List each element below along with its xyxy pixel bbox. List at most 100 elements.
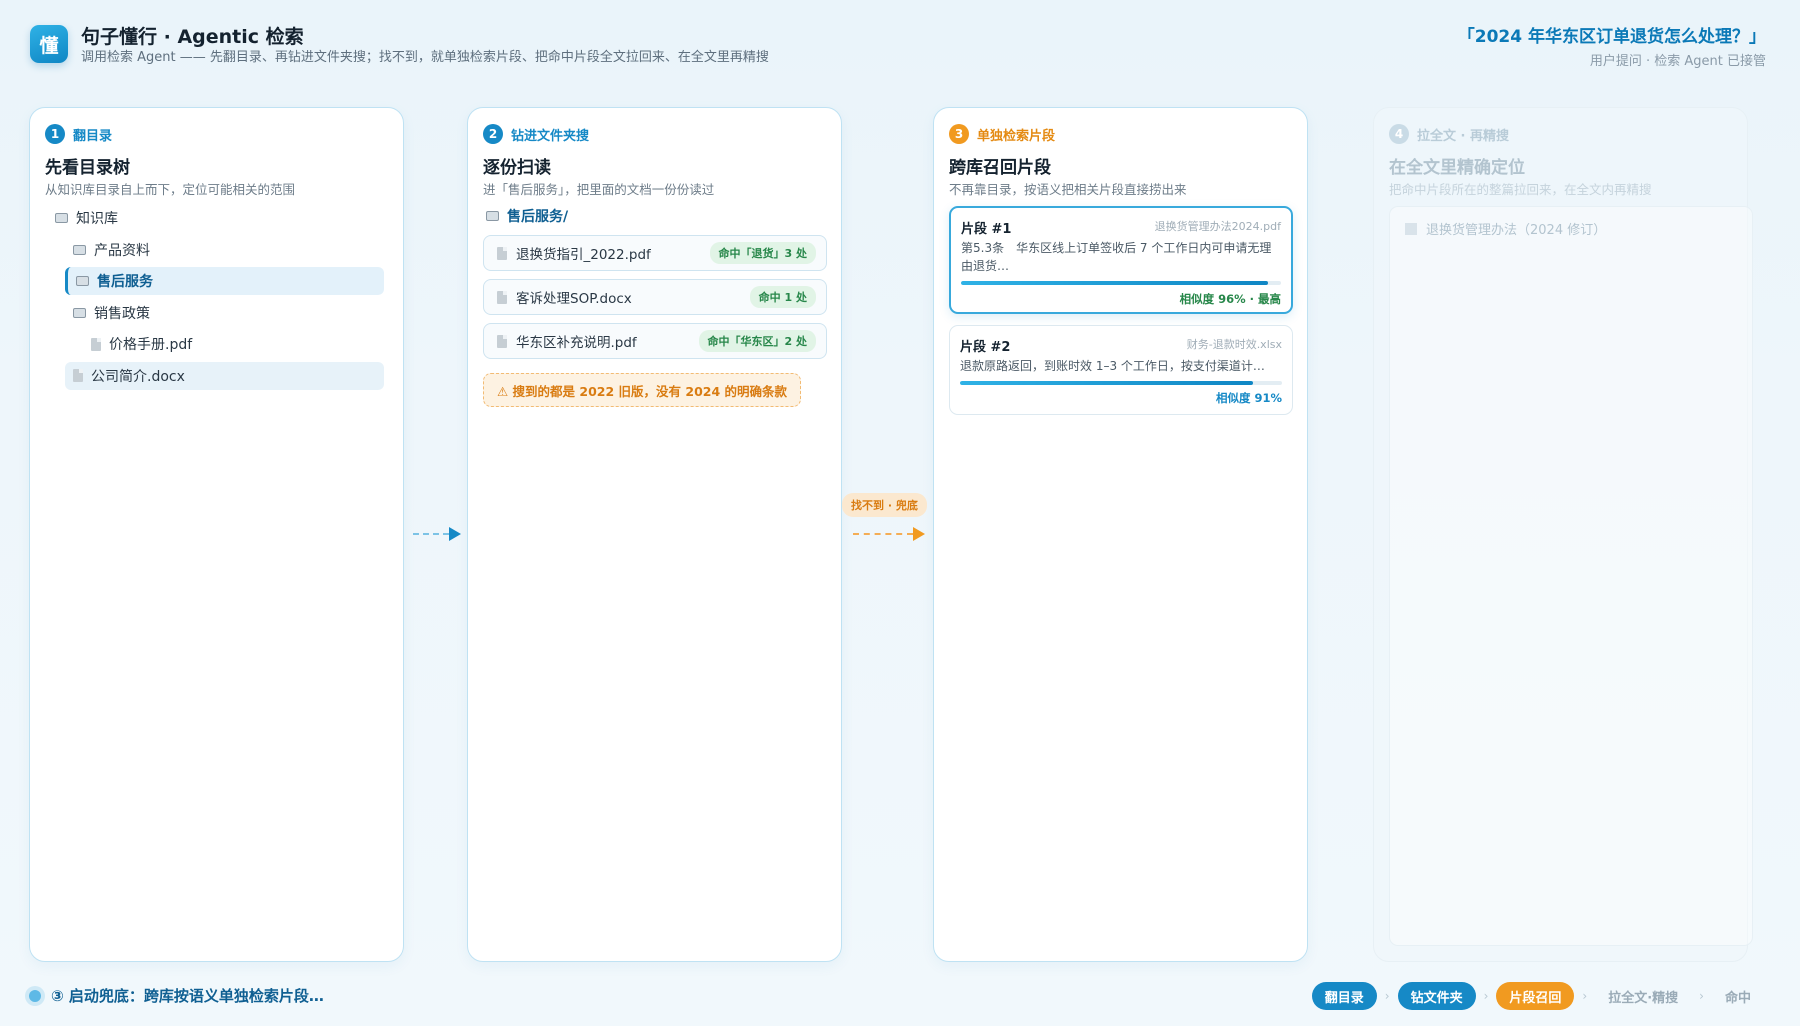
status-text: ③ 启动兜底：跨库按语义单独检索片段… xyxy=(51,987,324,1005)
file-icon xyxy=(497,334,507,348)
chunk-id: 片段 #1 xyxy=(961,222,1012,237)
step-number: 2 xyxy=(483,124,503,144)
full-document-viewer: 退换货管理办法（2024 修订） xyxy=(1389,206,1753,946)
app-header: 懂 句子懂行 · Agentic 检索 调用检索 Agent —— 先翻目录、再… xyxy=(0,0,1800,86)
tree-item-label: 售后服务 xyxy=(97,274,153,290)
chunk-text: 第5.3条 华东区线上订单签收后 7 个工作日内可申请无理由退货… xyxy=(961,241,1272,273)
warning-banner: ⚠ 搜到的都是 2022 旧版，没有 2024 的明确条款 xyxy=(483,373,802,407)
chunk-source: 退换货管理办法2024.pdf xyxy=(1154,220,1281,233)
tree-item-label: 产品资料 xyxy=(94,242,150,259)
folder-icon xyxy=(55,213,68,223)
document-title: 退换货管理办法（2024 修订） xyxy=(1405,219,1606,238)
file-row[interactable]: 客诉处理SOP.docx 命中 1 处 xyxy=(483,279,827,315)
flow-arrow xyxy=(413,524,461,544)
status-dot-icon xyxy=(29,989,41,1002)
hit-badge: 命中「华东区」2 处 xyxy=(698,330,816,352)
chunk-id: 片段 #2 xyxy=(960,340,1011,355)
file-name: 华东区补充说明.pdf xyxy=(516,335,637,351)
chunk-text: 退款原路返回，到账时效 1–3 个工作日，按支付渠道计… xyxy=(960,359,1265,373)
status-indicator: ③ 启动兜底：跨库按语义单独检索片段… xyxy=(29,985,324,1006)
similarity-bar xyxy=(960,381,1282,385)
step-number: 1 xyxy=(45,124,65,144)
step-tag: 钻进文件夹搜 xyxy=(511,128,590,144)
chunk-card[interactable]: 片段 #2 财务-退款时效.xlsx 退款原路返回，到账时效 1–3 个工作日，… xyxy=(949,325,1293,415)
query-status: 用户提问 · 检索 Agent 已接管 xyxy=(1589,54,1766,69)
chevron-right-icon: › xyxy=(1699,989,1704,1003)
pipeline-step[interactable]: 命中 xyxy=(1712,982,1764,1010)
panel-subtitle: 把命中片段所在的整篇拉回来，在全文内再精搜 xyxy=(1389,182,1652,197)
folder-path[interactable]: 售后服务/ xyxy=(486,206,568,226)
step-tag: 翻目录 xyxy=(73,128,113,144)
file-icon xyxy=(91,337,101,351)
file-row[interactable]: 华东区补充说明.pdf 命中「华东区」2 处 xyxy=(483,323,827,359)
tree-item-label: 知识库 xyxy=(76,211,118,227)
step-tag: 拉全文 · 再精搜 xyxy=(1417,128,1509,144)
fallback-tag: 找不到 · 兜底 xyxy=(842,493,927,517)
tree-file[interactable]: 价格手册.pdf xyxy=(65,330,384,358)
panel-title: 在全文里精确定位 xyxy=(1389,158,1525,178)
tree-item-label: 价格手册.pdf xyxy=(109,337,193,353)
file-list: 退换货指引_2022.pdf 命中「退货」3 处客诉处理SOP.docx 命中 1 … xyxy=(483,235,827,367)
step-panel-browse-directory: 1 翻目录 先看目录树 从知识库目录自上而下，定位可能相关的范围 知识库产品资料… xyxy=(29,107,404,962)
app-subtitle: 调用检索 Agent —— 先翻目录、再钻进文件夹搜；找不到，就单独检索片段、把… xyxy=(81,50,769,65)
folder-icon xyxy=(486,211,499,221)
folder-icon xyxy=(73,307,86,318)
step-number: 3 xyxy=(949,124,969,144)
file-icon xyxy=(497,246,507,260)
chunk-source: 财务-退款时效.xlsx xyxy=(1186,338,1282,351)
step-panel-full-text-search: 4 拉全文 · 再精搜 在全文里精确定位 把命中片段所在的整篇拉回来，在全文内再… xyxy=(1373,107,1753,962)
similarity-bar xyxy=(961,281,1281,285)
similarity-bar-fill xyxy=(961,281,1269,285)
step-header: 2 钻进文件夹搜 xyxy=(483,124,589,144)
pipeline-step[interactable]: 片段召回 xyxy=(1496,982,1575,1010)
panel-subtitle: 不再靠目录，按语义把相关片段直接捞出来 xyxy=(949,182,1187,197)
panel-title: 逐份扫读 xyxy=(483,158,551,178)
step-tag: 单独检索片段 xyxy=(977,128,1056,144)
file-icon xyxy=(73,369,83,382)
step-panel-chunk-retrieval: 3 单独检索片段 跨库召回片段 不再靠目录，按语义把相关片段直接捞出来 片段 #… xyxy=(933,107,1308,962)
tree-item-label: 销售政策 xyxy=(94,305,150,322)
step-number: 4 xyxy=(1389,124,1409,144)
chevron-right-icon: › xyxy=(1483,989,1489,1003)
tree-file[interactable]: 公司简介.docx xyxy=(65,361,384,390)
similarity-score: 相似度 96% · 最高 xyxy=(1179,292,1281,306)
document-icon xyxy=(1405,222,1417,235)
file-name: 客诉处理SOP.docx xyxy=(516,291,632,307)
directory-tree: 知识库产品资料售后服务销售政策价格手册.pdf 公司简介.docx xyxy=(50,204,384,393)
chevron-right-icon: › xyxy=(1384,989,1390,1003)
panel-title: 跨库召回片段 xyxy=(949,158,1051,178)
document-title-label: 退换货管理办法（2024 修订） xyxy=(1426,223,1607,238)
pipeline-step[interactable]: 翻目录 xyxy=(1311,982,1377,1010)
panel-subtitle: 从知识库目录自上而下，定位可能相关的范围 xyxy=(45,182,296,197)
user-query: 「2024 年华东区订单退货怎么处理？」 xyxy=(1457,27,1766,47)
tree-item-label: 公司简介.docx xyxy=(91,368,185,385)
tree-folder[interactable]: 销售政策 xyxy=(65,299,384,327)
file-icon xyxy=(497,290,507,304)
step-header: 4 拉全文 · 再精搜 xyxy=(1389,124,1509,144)
tree-folder[interactable]: 产品资料 xyxy=(65,236,384,264)
pipeline-step[interactable]: 钻文件夹 xyxy=(1397,982,1476,1010)
fallback-arrow xyxy=(853,524,925,544)
file-row[interactable]: 退换货指引_2022.pdf 命中「退货」3 处 xyxy=(483,235,827,271)
pipeline-progress: 翻目录 › 钻文件夹 › 片段召回 › 拉全文·精搜 › 命中 xyxy=(1311,982,1764,1010)
folder-path-label: 售后服务/ xyxy=(507,209,569,225)
step-header: 1 翻目录 xyxy=(45,124,112,144)
chunk-card[interactable]: 片段 #1 退换货管理办法2024.pdf 第5.3条 华东区线上订单签收后 7… xyxy=(949,206,1293,314)
step-panel-folder-search: 2 钻进文件夹搜 逐份扫读 进「售后服务」，把里面的文档一份份读过 售后服务/ … xyxy=(467,107,842,962)
panel-title: 先看目录树 xyxy=(45,158,130,178)
folder-icon xyxy=(73,244,86,255)
panel-subtitle: 进「售后服务」，把里面的文档一份份读过 xyxy=(483,182,715,197)
chevron-right-icon: › xyxy=(1582,989,1588,1003)
pipeline-step[interactable]: 拉全文·精搜 xyxy=(1595,982,1691,1010)
tree-folder[interactable]: 售后服务 xyxy=(65,267,384,295)
hit-badge: 命中 1 处 xyxy=(749,286,816,308)
similarity-score: 相似度 91% xyxy=(1215,391,1282,405)
hit-badge: 命中「退货」3 处 xyxy=(709,242,816,264)
similarity-bar-fill xyxy=(960,381,1254,385)
app-title: 句子懂行 · Agentic 检索 xyxy=(81,26,304,48)
folder-icon xyxy=(76,276,89,286)
app-logo: 懂 xyxy=(30,25,68,63)
tree-folder[interactable]: 知识库 xyxy=(50,204,384,232)
step-header: 3 单独检索片段 xyxy=(949,124,1055,144)
file-name: 退换货指引_2022.pdf xyxy=(516,247,651,263)
